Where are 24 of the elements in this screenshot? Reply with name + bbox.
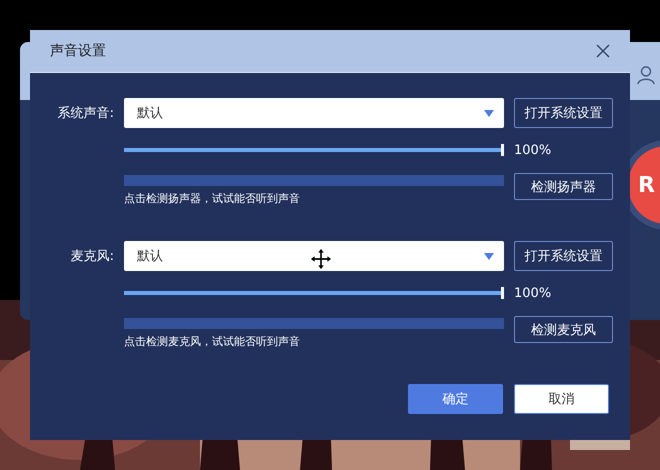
user-icon[interactable]: [637, 64, 655, 86]
device-dropdown[interactable]: 默认: [124, 98, 504, 128]
move-cursor-icon: [311, 249, 331, 269]
volume-reading: 100%: [514, 286, 552, 300]
test-button[interactable]: 检测麦克风: [514, 316, 613, 343]
slider-thumb[interactable]: [501, 144, 504, 156]
cancel-button[interactable]: 取消: [514, 384, 609, 414]
caret-icon: [484, 252, 494, 260]
device-dropdown[interactable]: 默认: [124, 241, 504, 271]
hint-text: 点击检测扬声器，试试能否听到声音: [124, 192, 301, 206]
field-label: 麦克风:: [70, 248, 114, 265]
hint-text: 点击检测麦克风，试试能否听到声音: [124, 335, 301, 349]
close-icon[interactable]: [596, 44, 610, 58]
test-button[interactable]: 检测扬声器: [514, 173, 613, 200]
volume-slider[interactable]: [124, 144, 504, 156]
slider-thumb[interactable]: [501, 287, 504, 299]
field-label: 系统声音:: [56, 105, 114, 122]
confirm-button[interactable]: 确定: [408, 384, 503, 414]
window-title: 声音设置: [50, 42, 106, 60]
volume-reading: 100%: [514, 142, 552, 158]
volume-slider[interactable]: [124, 287, 504, 299]
open-settings-button[interactable]: 打开系统设置: [514, 241, 613, 271]
caret-icon: [484, 110, 494, 116]
open-settings-button[interactable]: 打开系统设置: [514, 98, 613, 128]
